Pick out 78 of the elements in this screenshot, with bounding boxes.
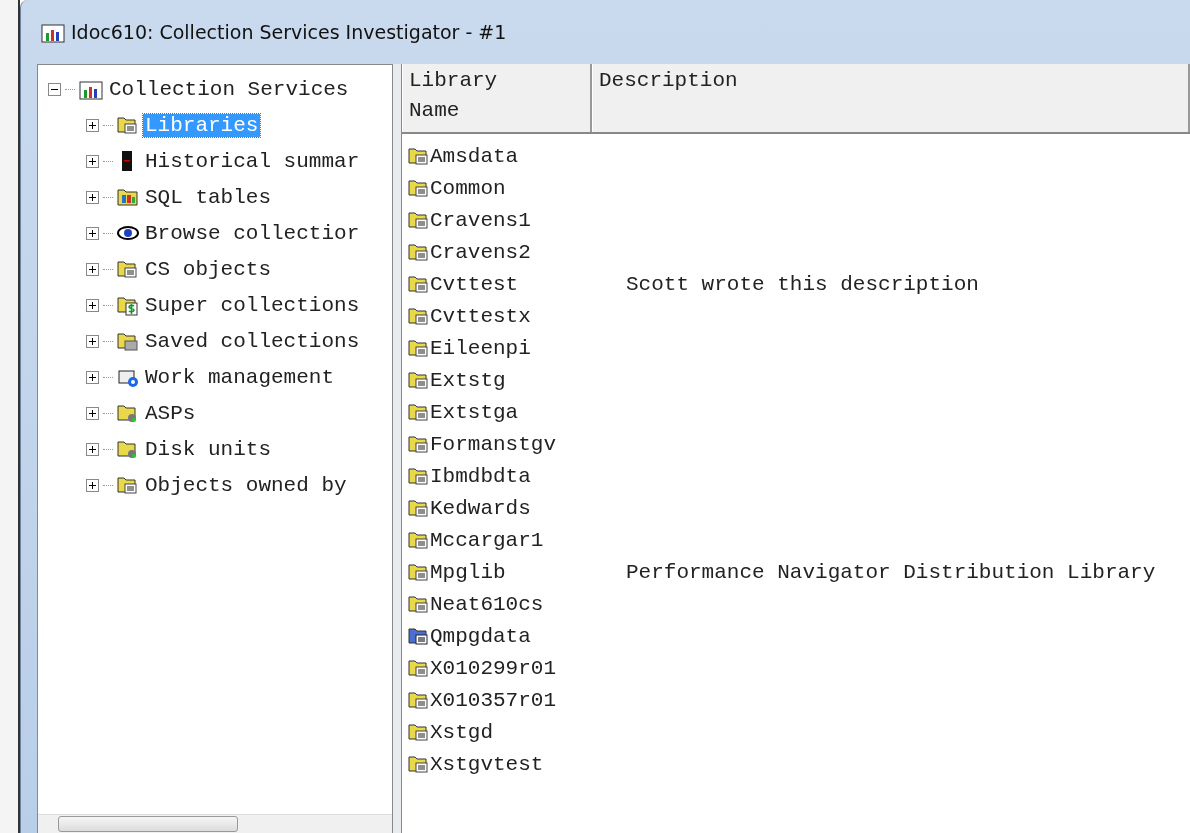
library-name[interactable]: Cravens1 — [430, 208, 626, 232]
library-name[interactable]: Xstgvtest — [430, 752, 626, 776]
library-name[interactable]: Kedwards — [430, 496, 626, 520]
library-name[interactable]: Amsdata — [430, 144, 626, 168]
library-folder-icon — [408, 721, 430, 743]
library-name[interactable]: Qmpgdata — [430, 624, 626, 648]
folder-icon — [117, 330, 139, 352]
expand-toggle[interactable] — [86, 226, 99, 240]
tree-item[interactable]: Saved collections — [143, 329, 362, 353]
library-folder-icon — [408, 657, 430, 679]
tree-item[interactable]: CS objects — [143, 257, 274, 281]
library-name[interactable]: Xstgd — [430, 720, 626, 744]
tree-item[interactable]: Disk units — [143, 437, 274, 461]
disk-folder-icon — [117, 402, 139, 424]
expand-toggle[interactable] — [86, 406, 99, 420]
library-folder-icon — [408, 593, 430, 615]
library-folder-icon — [408, 337, 430, 359]
library-name[interactable]: Ibmdbdta — [430, 464, 626, 488]
library-folder-icon — [408, 209, 430, 231]
tree-item[interactable]: Work management — [143, 365, 337, 389]
tree-item[interactable]: Browse collectior — [143, 221, 362, 245]
tree-item[interactable]: Collection Services — [107, 77, 351, 101]
library-folder-icon — [408, 433, 430, 455]
library-name[interactable]: Cvttestx — [430, 304, 626, 328]
library-folder-icon — [117, 258, 139, 280]
library-folder-icon — [408, 369, 430, 391]
library-folder-icon — [117, 474, 139, 496]
library-name[interactable]: Neat610cs — [430, 592, 626, 616]
library-name[interactable]: Extstga — [430, 400, 626, 424]
library-folder-icon — [408, 177, 430, 199]
library-name[interactable]: Common — [430, 176, 626, 200]
library-name[interactable]: Cvttest — [430, 272, 626, 296]
library-name[interactable]: X010299r01 — [430, 656, 626, 680]
library-description: Scott wrote this description — [626, 272, 979, 296]
library-folder-icon — [408, 273, 430, 295]
library-folder-icon — [408, 465, 430, 487]
library-folder-icon — [408, 753, 430, 775]
library-name[interactable]: Formanstgv — [430, 432, 626, 456]
library-name[interactable]: Mccargar1 — [430, 528, 626, 552]
expand-toggle[interactable] — [86, 334, 99, 348]
tree-item[interactable]: Super collections — [143, 293, 362, 317]
tree-item[interactable]: Objects owned by — [143, 473, 349, 497]
library-name[interactable]: Extstg — [430, 368, 626, 392]
chart-folder-icon — [117, 186, 139, 208]
tree-item[interactable]: ASPs — [143, 401, 198, 425]
tree-item[interactable]: SQL tables — [143, 185, 274, 209]
column-header[interactable]: Description — [592, 64, 1190, 132]
library-description: Performance Navigator Distribution Library — [626, 560, 1156, 584]
library-folder-icon — [408, 305, 430, 327]
library-name[interactable]: Cravens2 — [430, 240, 626, 264]
library-folder-icon — [408, 529, 430, 551]
dollar-folder-icon — [117, 294, 139, 316]
library-folder-icon — [408, 241, 430, 263]
library-name[interactable]: Eileenpi — [430, 336, 626, 360]
collapse-toggle[interactable] — [48, 82, 61, 96]
expand-toggle[interactable] — [86, 478, 99, 492]
window-title: Idoc610: Collection Services Investigator - #1 — [71, 21, 507, 43]
horizontal-scrollbar[interactable] — [38, 814, 392, 833]
library-folder-icon — [408, 561, 430, 583]
expand-toggle[interactable] — [86, 118, 99, 132]
column-header[interactable]: Library Name — [402, 64, 592, 132]
expand-toggle[interactable] — [86, 298, 99, 312]
library-folder-icon — [408, 625, 430, 647]
library-name[interactable]: X010357r01 — [430, 688, 626, 712]
expand-toggle[interactable] — [86, 262, 99, 276]
expand-toggle[interactable] — [86, 370, 99, 384]
chart-icon — [41, 21, 65, 43]
library-folder-icon — [408, 497, 430, 519]
expand-toggle[interactable] — [86, 190, 99, 204]
library-folder-icon — [408, 145, 430, 167]
library-folder-icon — [117, 114, 139, 136]
library-folder-icon — [408, 689, 430, 711]
tree-item[interactable]: Historical summar — [143, 149, 362, 173]
library-folder-icon — [408, 401, 430, 423]
expand-toggle[interactable] — [86, 154, 99, 168]
library-name[interactable]: Mpglib — [430, 560, 626, 584]
expand-toggle[interactable] — [86, 442, 99, 456]
disk-folder-icon — [117, 438, 139, 460]
